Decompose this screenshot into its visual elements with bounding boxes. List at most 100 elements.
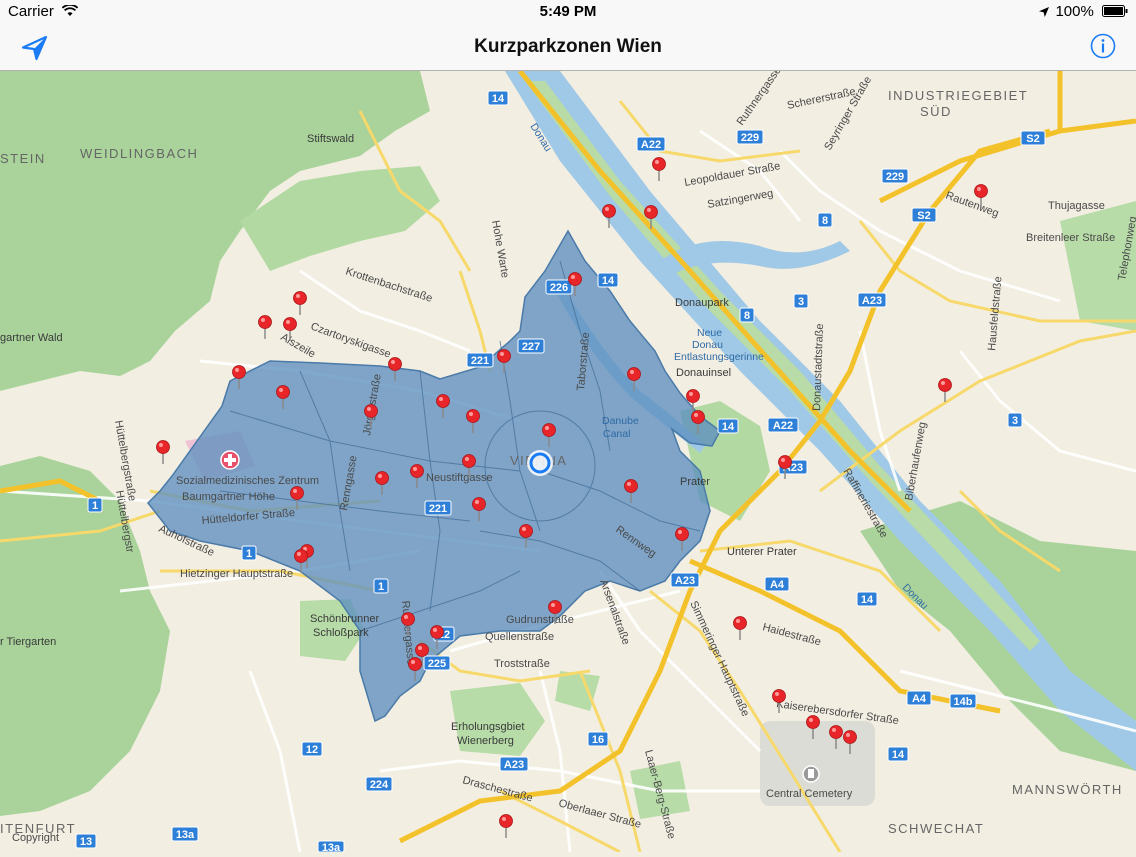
svg-text:A23: A23 xyxy=(862,295,882,307)
svg-text:A22: A22 xyxy=(641,139,661,151)
route-shield: A22 xyxy=(767,417,799,433)
route-shield: S2 xyxy=(1020,130,1046,146)
svg-text:3: 3 xyxy=(798,296,804,308)
poi-unterer-prater: Unterer Prater xyxy=(727,546,797,558)
svg-text:13a: 13a xyxy=(176,829,195,841)
svg-text:229: 229 xyxy=(886,171,904,183)
street-label: Quellenstraße xyxy=(485,631,554,643)
route-shield: A22 xyxy=(636,136,666,152)
street-label: Breitenleer Straße xyxy=(1026,232,1115,244)
water-label-neue-donau: Donau xyxy=(692,339,723,351)
poi-danube-canal-1: Danube xyxy=(602,415,639,427)
route-shield: 16 xyxy=(587,731,609,747)
svg-text:221: 221 xyxy=(471,355,489,367)
route-shield: 225 xyxy=(423,655,451,671)
svg-text:14: 14 xyxy=(602,275,615,287)
status-bar: Carrier 5:49 PM 100% xyxy=(0,0,1136,24)
route-shield: 221 xyxy=(466,352,494,368)
poi-wienerberg: Wienerberg xyxy=(457,735,514,747)
svg-text:12: 12 xyxy=(306,744,318,756)
route-shield: 14 xyxy=(487,90,509,106)
svg-text:14: 14 xyxy=(861,594,874,606)
user-location-dot xyxy=(527,450,553,476)
area-label-weidlingbach: WEIDLINGBACH xyxy=(80,146,198,161)
svg-text:3: 3 xyxy=(1012,415,1018,427)
route-shield: 13 xyxy=(75,833,97,849)
poi-erholungsgebiet: Erholungsgbiet xyxy=(451,721,524,733)
svg-text:1: 1 xyxy=(378,581,384,593)
svg-text:14: 14 xyxy=(492,93,505,105)
route-shield: 14 xyxy=(597,272,619,288)
route-shield: A4 xyxy=(764,576,790,592)
water-label-neue: Neue xyxy=(697,327,722,339)
page-title: Kurzparkzonen Wien xyxy=(474,36,662,57)
svg-text:14: 14 xyxy=(892,749,905,761)
poi-schlosspark: Schloßpark xyxy=(313,627,369,639)
route-shield: 221 xyxy=(424,500,452,516)
svg-text:224: 224 xyxy=(370,779,389,791)
water-label-entlastung: Entlastungsgerinne xyxy=(674,351,764,363)
area-label-industrial: INDUSTRIEGEBIET xyxy=(888,88,1028,103)
map-copyright: Copyright xyxy=(12,832,59,844)
cemetery-icon xyxy=(802,765,820,783)
street-label: Gudrunstraße xyxy=(506,614,574,626)
poi-stiftswald: Stiftswald xyxy=(307,133,354,145)
battery-icon xyxy=(1102,5,1128,17)
route-shield: 227 xyxy=(517,338,545,354)
street-label: Troststraße xyxy=(494,658,550,670)
svg-text:8: 8 xyxy=(822,215,828,227)
route-shield: 1 xyxy=(373,578,389,594)
area-label-stein: STEIN xyxy=(0,151,46,166)
route-shield: 1 xyxy=(241,545,257,561)
svg-text:8: 8 xyxy=(744,310,750,322)
svg-text:A23: A23 xyxy=(504,759,524,771)
svg-text:1: 1 xyxy=(246,548,252,560)
poi-sozialmedizinisches: Sozialmedizinisches Zentrum xyxy=(176,475,319,487)
route-shield: S2 xyxy=(911,207,937,223)
poi-prater: Prater xyxy=(680,476,710,488)
svg-text:1: 1 xyxy=(92,500,98,512)
svg-text:A4: A4 xyxy=(912,693,927,705)
status-time: 5:49 PM xyxy=(539,3,597,20)
svg-text:A23: A23 xyxy=(675,575,695,587)
poi-central-cemetery: Central Cemetery xyxy=(766,788,853,800)
poi-baumgartner: Baumgartner Höhe xyxy=(182,491,275,503)
poi-gartner-wald: gartner Wald xyxy=(0,332,63,344)
route-shield: A23 xyxy=(857,292,887,308)
route-shield: A4 xyxy=(906,690,932,706)
poi-donauinsel: Donauinsel xyxy=(676,367,731,379)
street-label: Hietzinger Hauptstraße xyxy=(180,568,293,580)
poi-neustiftgasse: Neustiftgasse xyxy=(426,472,493,484)
route-shield: 224 xyxy=(365,776,393,792)
route-shield: A23 xyxy=(499,756,529,772)
route-shield: 14b xyxy=(949,693,977,709)
svg-text:229: 229 xyxy=(741,132,759,144)
route-shield: A23 xyxy=(670,572,700,588)
area-label-mannswoerth: MANNSWÖRTH xyxy=(1012,782,1123,797)
hospital-icon xyxy=(220,450,240,470)
svg-text:A22: A22 xyxy=(773,420,793,432)
route-shield: 14 xyxy=(887,746,909,762)
route-shield: 1 xyxy=(87,497,103,513)
battery-percent: 100% xyxy=(1055,3,1094,20)
poi-donaupark: Donaupark xyxy=(675,297,729,309)
info-icon xyxy=(1090,33,1116,59)
svg-text:225: 225 xyxy=(428,658,446,670)
route-shield: 229 xyxy=(736,129,764,145)
route-shield: 8 xyxy=(739,307,755,323)
info-button[interactable] xyxy=(1090,33,1116,59)
area-label-schwechat: SCHWECHAT xyxy=(888,821,984,836)
svg-text:226: 226 xyxy=(550,282,568,294)
route-shield: 229 xyxy=(881,168,909,184)
route-shield: 226 xyxy=(545,279,573,295)
map-view[interactable]: INDUSTRIEGEBIET SÜD WEIDLINGBACH STEIN M… xyxy=(0,65,1136,854)
route-shield: 12 xyxy=(301,741,323,757)
street-label: Thujagasse xyxy=(1048,200,1105,212)
route-shield: 14 xyxy=(717,418,739,434)
svg-text:13: 13 xyxy=(80,836,92,848)
svg-text:14: 14 xyxy=(722,421,735,433)
poi-tiergarten: r Tiergarten xyxy=(0,636,56,648)
location-arrow-small-icon xyxy=(1039,7,1050,17)
svg-text:13a: 13a xyxy=(322,842,341,852)
poi-schoenbrunner: Schönbrunner xyxy=(310,613,379,625)
